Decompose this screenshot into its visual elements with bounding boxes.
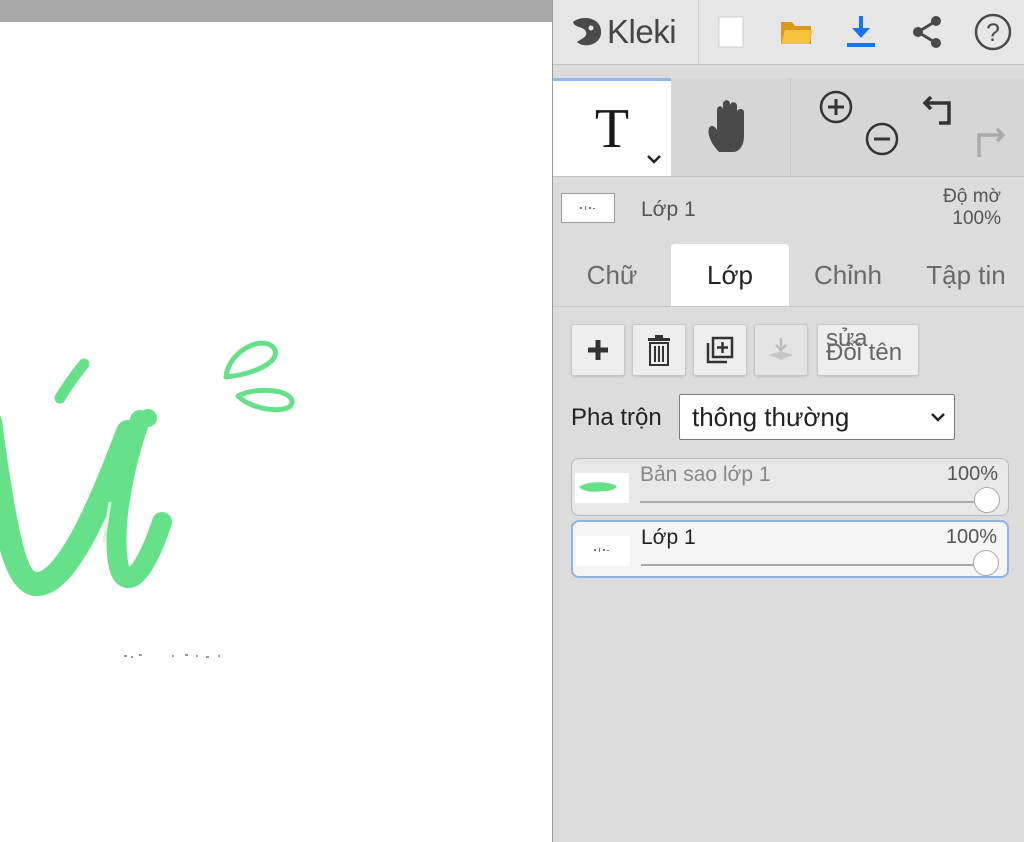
- side-panel: Kleki ? T Lớp 1 Độ mờ 100% Chữ Lớp Chỉnh…: [552, 0, 1024, 842]
- layer-opacity: 100%: [946, 463, 998, 485]
- drawing-canvas[interactable]: [0, 22, 552, 842]
- svg-text:?: ?: [986, 19, 1000, 47]
- rename-label: Đổi tên: [826, 339, 903, 366]
- opacity-value: 100%: [952, 208, 1001, 229]
- tab-edit[interactable]: Chỉnh: [789, 244, 907, 306]
- blend-mode-label: Pha trộn: [571, 404, 662, 431]
- tab-file[interactable]: Tập tin: [907, 244, 1024, 306]
- layer-thumbnail-art: [579, 482, 617, 492]
- layer-opacity-slider[interactable]: [641, 564, 987, 566]
- top-toolbar: Kleki ?: [553, 0, 1024, 65]
- zoom-controls: [791, 78, 909, 176]
- chevron-down-icon[interactable]: [646, 153, 662, 165]
- text-tool-icon: T: [594, 97, 630, 160]
- add-layer-button[interactable]: [571, 324, 625, 376]
- download-icon: [847, 16, 875, 47]
- tab-text[interactable]: Chữ: [553, 244, 671, 306]
- open-folder-icon: [781, 22, 813, 44]
- current-layer-thumbnail: [561, 193, 615, 223]
- app-name: Kleki: [607, 13, 677, 50]
- current-layer-name: Lớp 1: [641, 198, 696, 221]
- undo-icon[interactable]: [922, 95, 951, 125]
- layer-thumbnail: [576, 536, 630, 566]
- hand-tool-icon: [708, 100, 744, 152]
- duplicate-layer-icon: [706, 336, 734, 364]
- duplicate-layer-button[interactable]: [693, 324, 747, 376]
- panel-tabs: Chữ Lớp Chỉnh Tập tin: [553, 244, 1024, 307]
- share-icon: [913, 16, 941, 48]
- letter-stroke: [106, 410, 172, 589]
- blend-mode-row: Pha trộn thông thường: [553, 394, 1024, 444]
- zoom-in-icon[interactable]: [819, 90, 853, 124]
- current-layer-info: Lớp 1 Độ mờ 100%: [553, 178, 1024, 240]
- delete-layer-button[interactable]: [632, 324, 686, 376]
- layer-actions: sửa Đổi tên: [553, 322, 1024, 382]
- zoom-icons: [819, 90, 899, 156]
- faint-marks: [124, 654, 220, 658]
- merge-down-button[interactable]: [754, 324, 808, 376]
- layer-opacity: 100%: [945, 526, 997, 548]
- redo-icon[interactable]: [977, 127, 1006, 157]
- blend-mode-value: thông thường: [692, 401, 850, 432]
- layer-name: Bản sao lớp 1: [640, 463, 771, 486]
- layer-thumbnail: [575, 473, 629, 503]
- text-tool-button[interactable]: T: [553, 78, 671, 176]
- letter-stroke-end: [139, 409, 157, 427]
- accent-stroke: [54, 358, 90, 404]
- merge-down-icon: [769, 338, 793, 360]
- add-layer-icon: [588, 340, 608, 360]
- layer-thumbnail-art: [594, 548, 609, 552]
- tab-layers[interactable]: Lớp: [671, 244, 789, 306]
- rename-layer-button[interactable]: sửa Đổi tên: [817, 324, 919, 376]
- open-file-button[interactable]: [775, 8, 819, 56]
- splash-drop: [223, 340, 278, 380]
- new-document-icon: [718, 16, 744, 48]
- opacity-label: Độ mờ: [943, 186, 1001, 207]
- blend-mode-select[interactable]: thông thường: [679, 394, 955, 440]
- kleki-logo[interactable]: Kleki: [569, 10, 677, 54]
- delete-layer-icon: [648, 335, 670, 366]
- new-document-button[interactable]: [709, 8, 753, 56]
- help-icon: ?: [974, 13, 1012, 51]
- layer-list-item[interactable]: Bản sao lớp 1 100%: [571, 458, 1009, 516]
- opacity-display[interactable]: Độ mờ 100%: [943, 186, 1001, 230]
- help-button[interactable]: ?: [971, 8, 1015, 56]
- tool-row: T: [553, 78, 1024, 177]
- drawing-canvas-area[interactable]: [0, 0, 552, 842]
- layer-name: Lớp 1: [641, 526, 696, 549]
- canvas-top-border: [0, 0, 552, 22]
- zoom-out-icon[interactable]: [865, 122, 899, 156]
- splash-drop: [235, 387, 295, 413]
- layer-opacity-slider[interactable]: [640, 501, 988, 503]
- kleki-logo-icon: [573, 18, 602, 46]
- thumbnail-marks: [580, 206, 595, 210]
- history-controls: [909, 78, 1024, 176]
- divider: [698, 0, 699, 64]
- layer-list-item-selected[interactable]: Lớp 1 100%: [571, 520, 1009, 578]
- share-button[interactable]: [905, 8, 949, 56]
- history-icons: [922, 95, 1006, 157]
- chevron-down-icon: [931, 413, 945, 422]
- slider-handle[interactable]: [974, 487, 1000, 513]
- download-button[interactable]: [839, 8, 883, 56]
- hand-tool-button[interactable]: [671, 78, 789, 176]
- slider-handle[interactable]: [973, 550, 999, 576]
